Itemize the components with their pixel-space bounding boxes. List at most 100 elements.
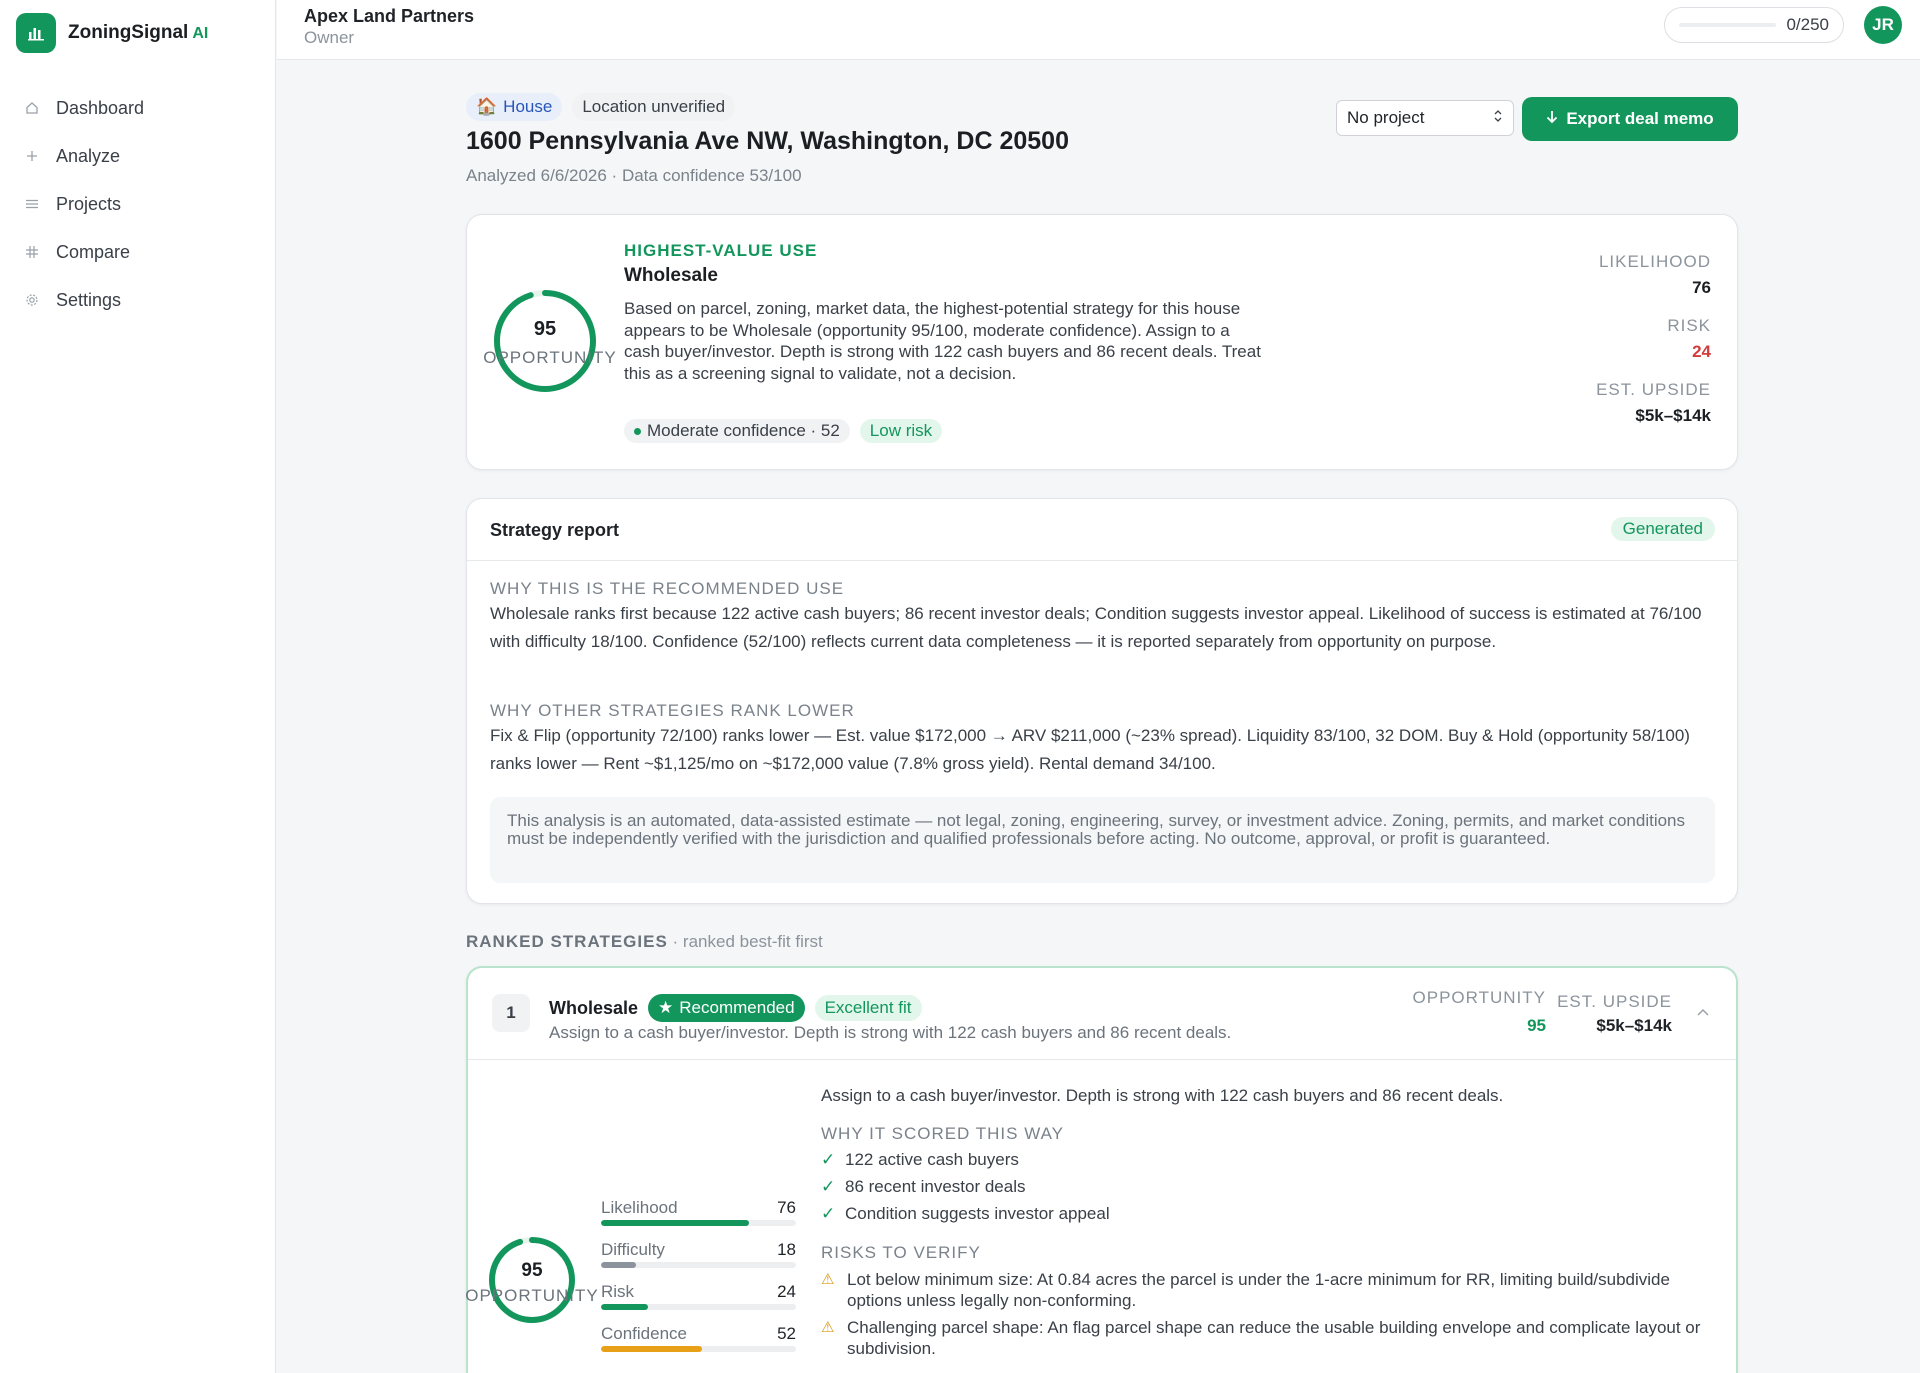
strategy-opportunity-value: 95 xyxy=(1527,1016,1546,1035)
select-arrows-icon xyxy=(1493,108,1503,128)
export-label: Export deal memo xyxy=(1566,109,1714,128)
strategy-report-card: Strategy report Generated WHY THIS IS TH… xyxy=(466,498,1738,904)
org-switcher[interactable]: Apex Land Partners Owner xyxy=(304,6,474,48)
report-status-badge: Generated xyxy=(1610,517,1715,541)
recommended-badge: ★ Recommended xyxy=(648,994,805,1022)
avatar[interactable]: JR xyxy=(1864,6,1902,44)
ranked-strategies-heading: RANKED STRATEGIES · ranked best-fit firs… xyxy=(466,932,823,952)
summary-kpis: LIKELIHOOD 76 RISK 24 EST. UPSIDE $5k–$1… xyxy=(1596,252,1711,444)
metric-value: 76 xyxy=(777,1198,796,1217)
strategy-opportunity: OPPORTUNITY 95 xyxy=(1413,988,1546,1036)
location-status-chip: Location unverified xyxy=(572,93,736,121)
recommended-label: Recommended xyxy=(679,998,795,1017)
metric-risk: Risk 24 xyxy=(601,1282,796,1324)
upside-value: $5k–$14k xyxy=(1635,406,1711,425)
highest-value-use: Wholesale xyxy=(624,265,718,286)
plus-icon xyxy=(24,148,40,164)
rank-number: 1 xyxy=(492,994,530,1032)
score-ring-graphic xyxy=(494,290,596,392)
strategy-card-wholesale: 1 Wholesale ★ Recommended Excellent fit … xyxy=(465,966,1738,1373)
metric-label: Confidence xyxy=(601,1324,688,1343)
download-arrow-icon xyxy=(1546,109,1558,129)
strategy-card-header[interactable]: 1 Wholesale ★ Recommended Excellent fit … xyxy=(468,968,1736,1060)
reason-item: ✓ 122 active cash buyers xyxy=(821,1148,1701,1171)
metric-difficulty: Difficulty 18 xyxy=(601,1240,796,1282)
metric-track xyxy=(601,1220,796,1226)
property-chips: 🏠 House Location unverified xyxy=(466,93,736,121)
risk-text: Challenging parcel shape: An flag parcel… xyxy=(847,1318,1701,1358)
strategy-report-header: Strategy report Generated xyxy=(467,499,1737,561)
risk-value: 24 xyxy=(1692,342,1711,361)
ranked-strategies-title: RANKED STRATEGIES xyxy=(466,932,668,951)
sidebar-item-projects[interactable]: Projects xyxy=(24,180,144,228)
metric-fill xyxy=(601,1262,637,1268)
likelihood-label: LIKELIHOOD xyxy=(1598,252,1711,271)
strategy-opportunity-label: OPPORTUNITY xyxy=(1412,988,1546,1007)
usage-track xyxy=(1679,23,1777,27)
brand-name-text: ZoningSignal xyxy=(68,22,189,43)
strategy-name: Wholesale xyxy=(549,997,639,1018)
strategy-subtitle: Assign to a cash buyer/investor. Depth i… xyxy=(549,1023,1232,1042)
metric-value: 18 xyxy=(777,1240,796,1259)
strategy-score-label: OPPORTUNITY xyxy=(465,1286,599,1305)
opportunity-score-label: OPPORTUNITY xyxy=(483,348,617,367)
org-role: Owner xyxy=(304,28,355,47)
sidebar-item-label: Analyze xyxy=(56,145,121,166)
highest-value-description: Based on parcel, zoning, market data, th… xyxy=(624,299,1261,383)
strategy-title-row: Wholesale ★ Recommended Excellent fit xyxy=(549,994,922,1022)
reason-item: ✓ 86 recent investor deals xyxy=(821,1175,1701,1198)
risk-text: Lot below minimum size: At 0.84 acres th… xyxy=(847,1270,1670,1310)
highest-value-label: HIGHEST-VALUE USE xyxy=(624,241,818,260)
sidebar-item-dashboard[interactable]: Dashboard xyxy=(24,84,144,132)
strategy-report-title: Strategy report xyxy=(490,520,620,540)
sidebar: ZoningSignal AI Dashboard Analyze Project… xyxy=(0,0,276,1373)
metric-label: Likelihood xyxy=(601,1198,678,1217)
likelihood-value: 76 xyxy=(1692,278,1711,297)
check-icon: ✓ xyxy=(821,1204,836,1223)
confidence-badge-text: Moderate confidence · 52 xyxy=(647,421,840,440)
opportunity-score: 95 xyxy=(533,318,557,340)
warning-icon: ⚠ xyxy=(821,1271,835,1288)
strategy-upside-value: $5k–$14k xyxy=(1596,1016,1672,1035)
org-name: Apex Land Partners xyxy=(304,6,475,26)
metric-label: Risk xyxy=(601,1282,635,1301)
reason-item: ✓ Condition suggests investor appeal xyxy=(821,1202,1701,1225)
metric-fill xyxy=(601,1220,750,1226)
sidebar-item-label: Compare xyxy=(56,241,131,262)
page-title: 1600 Pennsylvania Ave NW, Washington, DC… xyxy=(466,127,1069,155)
metric-fill xyxy=(601,1346,703,1352)
analysis-meta: Analyzed 6/6/2026 · Data confidence 53/1… xyxy=(466,166,802,185)
highest-value-use-card: 95 OPPORTUNITY HIGHEST-VALUE USE Wholesa… xyxy=(466,214,1738,470)
brand-name-suffix: AI xyxy=(192,25,209,42)
gear-icon xyxy=(24,292,40,308)
metric-bars: Likelihood 76 Difficulty 18 Risk 24 Conf… xyxy=(601,1198,796,1366)
why-recommended-heading: WHY THIS IS THE RECOMMENDED USE xyxy=(490,579,845,598)
home-icon xyxy=(24,100,40,116)
star-icon: ★ xyxy=(658,998,674,1017)
sidebar-item-compare[interactable]: Compare xyxy=(24,228,144,276)
property-type-chip: 🏠 House xyxy=(466,93,563,121)
house-icon: 🏠 xyxy=(476,97,498,116)
strategy-score: 95 xyxy=(521,1260,543,1281)
chevron-up-icon[interactable] xyxy=(1696,1006,1710,1020)
brand[interactable]: ZoningSignal AI xyxy=(16,13,208,53)
why-others-lower-text: Fix & Flip (opportunity 72/100) ranks lo… xyxy=(490,726,1690,773)
confidence-badge: Moderate confidence · 52 xyxy=(624,419,850,443)
sidebar-item-settings[interactable]: Settings xyxy=(24,276,144,324)
strategy-detail: Assign to a cash buyer/investor. Depth i… xyxy=(821,1086,1701,1359)
fit-badge: Excellent fit xyxy=(814,995,922,1021)
upside-label: EST. UPSIDE xyxy=(1596,380,1711,399)
risk-item: ⚠ Lot below minimum size: At 0.84 acres … xyxy=(821,1269,1701,1311)
strategy-score-ring: 95 OPPORTUNITY xyxy=(465,1236,598,1324)
risk-label: RISK xyxy=(1667,316,1711,335)
metric-value: 24 xyxy=(777,1282,796,1301)
sidebar-item-analyze[interactable]: Analyze xyxy=(24,132,144,180)
property-type-label: House xyxy=(503,97,553,116)
list-icon xyxy=(24,196,40,212)
warning-icon: ⚠ xyxy=(821,1319,835,1336)
metric-track xyxy=(601,1346,796,1352)
project-select[interactable]: No project xyxy=(1336,100,1514,136)
usage-meter: 0/250 xyxy=(1664,7,1844,43)
export-deal-memo-button[interactable]: Export deal memo xyxy=(1522,97,1738,141)
summary-badges: Moderate confidence · 52 Low risk xyxy=(624,419,943,443)
